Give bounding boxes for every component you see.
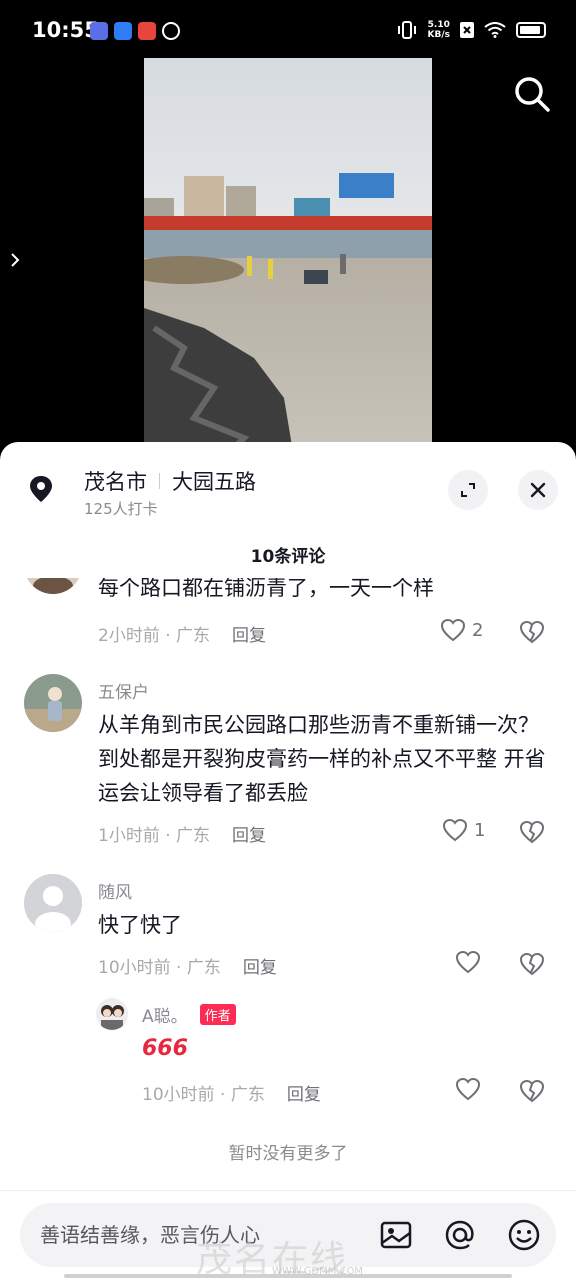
comment-count: 10条评论 (250, 547, 326, 567)
expand-icon (461, 483, 475, 497)
video-frame[interactable] (144, 58, 432, 458)
like-count: 1 (474, 819, 486, 841)
reply-author-row: A聪。 作者 (142, 1002, 236, 1027)
location-city: 茂名市 (84, 470, 147, 494)
like-button[interactable]: 1 (442, 818, 485, 842)
search-icon[interactable] (512, 74, 552, 114)
reply-button[interactable]: 回复 (232, 626, 266, 646)
dislike-icon[interactable] (519, 952, 545, 976)
comment-text: 每个路口都在铺沥青了，一天一个样 (98, 578, 434, 598)
comment-text: 快了快了 (98, 913, 182, 937)
location-road: 大园五路 (172, 470, 256, 494)
dislike-icon[interactable] (519, 620, 545, 644)
commenter-name[interactable]: A聪。 (142, 1007, 188, 1027)
at-icon[interactable] (442, 1217, 478, 1253)
dislike-icon[interactable] (519, 820, 545, 844)
reply-button[interactable]: 回复 (243, 958, 277, 978)
close-button[interactable] (518, 470, 558, 510)
status-indicators: 5.10 KB/s (396, 20, 546, 40)
battery-icon (516, 22, 546, 38)
location-title[interactable]: 茂名市 大园五路 (84, 466, 256, 496)
home-indicator[interactable] (64, 1274, 512, 1278)
heart-icon (455, 1077, 481, 1101)
comment-list[interactable]: 每个路口都在铺沥青了，一天一个样 2小时前 · 广东 回复 2 五保户 从羊角到市… (0, 578, 576, 1178)
emoji-icon[interactable] (506, 1217, 542, 1253)
like-button[interactable]: 2 (440, 618, 483, 642)
like-button[interactable] (455, 950, 481, 974)
comment-time: 10小时前 · 广东 (98, 958, 221, 978)
comment-time: 10小时前 · 广东 (142, 1085, 265, 1105)
comment-time: 1小时前 · 广东 (98, 826, 211, 846)
status-bar: 10:55 5.10 KB/s (0, 0, 576, 58)
net-speed: 5.10 KB/s (428, 20, 450, 40)
wifi-icon (484, 22, 506, 38)
reply-button[interactable]: 回复 (287, 1085, 321, 1105)
like-count: 2 (472, 619, 484, 641)
author-badge: 作者 (199, 1004, 236, 1025)
dislike-icon[interactable] (519, 1079, 545, 1103)
chevron-right-icon[interactable] (8, 250, 22, 270)
avatar[interactable] (24, 674, 82, 732)
close-box-icon (460, 22, 474, 38)
video-player[interactable] (0, 58, 576, 458)
comment-text: 从羊角到市民公园路口那些沥青不重新铺一次？到处都是开裂狗皮膏药一样的补点又不平整… (98, 713, 546, 805)
reply-text: 666 (142, 1036, 188, 1061)
comment-meta: 10小时前 · 广东 回复 (98, 953, 277, 978)
vibrate-icon (397, 21, 416, 39)
app-notification-icon (138, 22, 156, 40)
comment-meta: 1小时前 · 广东 回复 (98, 821, 266, 846)
expand-button[interactable] (448, 470, 488, 510)
checkin-count: 125人打卡 (84, 500, 158, 518)
heart-icon (440, 618, 466, 642)
heart-icon (442, 818, 468, 842)
app-notification-icon (114, 22, 132, 40)
avatar[interactable] (24, 578, 82, 594)
close-icon (530, 482, 546, 498)
heart-icon (455, 950, 481, 974)
no-more-label: 暂时没有更多了 (228, 1144, 348, 1164)
commenter-name[interactable]: 随风 (98, 878, 132, 903)
app-notification-icon (90, 22, 108, 40)
commenter-name[interactable]: 五保户 (98, 678, 149, 703)
comment-meta: 10小时前 · 广东 回复 (142, 1080, 321, 1105)
avatar[interactable] (96, 998, 128, 1030)
like-button[interactable] (455, 1077, 481, 1101)
avatar[interactable] (24, 874, 82, 932)
comment-meta: 2小时前 · 广东 回复 (98, 621, 266, 646)
app-notification-icon (162, 22, 180, 40)
net-speed-value: 5.10 (427, 20, 450, 30)
net-speed-unit: KB/s (427, 30, 450, 40)
location-separator (159, 473, 160, 489)
reply-button[interactable]: 回复 (232, 826, 266, 846)
notification-icons (90, 22, 180, 40)
comment-time: 2小时前 · 广东 (98, 626, 211, 646)
image-icon[interactable] (378, 1217, 414, 1253)
location-pin-icon (24, 472, 58, 506)
status-time: 10:55 (32, 18, 99, 42)
divider (0, 1190, 576, 1191)
